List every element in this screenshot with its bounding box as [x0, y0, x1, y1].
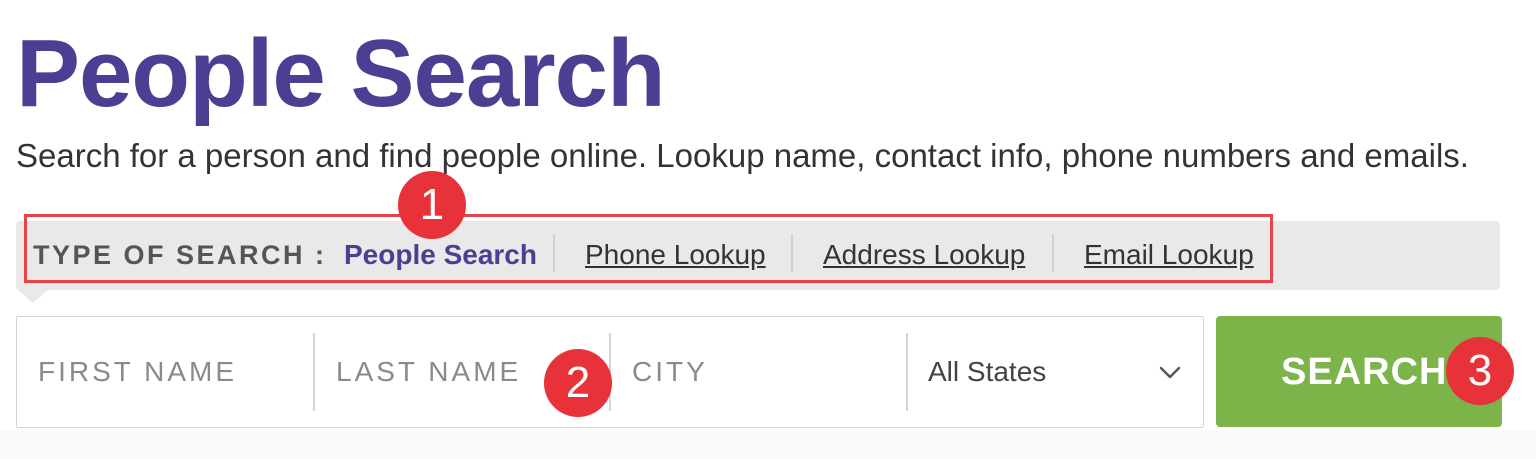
last-name-input[interactable]	[315, 317, 609, 427]
search-type-email-lookup[interactable]: Email Lookup	[1084, 237, 1254, 273]
page-background-band	[0, 430, 1536, 459]
people-search-form: All States	[16, 316, 1204, 428]
state-select[interactable]: All States	[910, 317, 1203, 427]
field-divider	[906, 333, 908, 411]
state-select-value: All States	[928, 356, 1047, 387]
page-subtitle: Search for a person and find people onli…	[16, 137, 1469, 174]
city-input[interactable]	[611, 317, 906, 427]
search-type-pointer	[18, 290, 48, 303]
first-name-input[interactable]	[17, 317, 313, 427]
search-type-label: TYPE OF SEARCH :	[33, 240, 327, 270]
people-search-page: People Search Search for a person and fi…	[0, 0, 1536, 459]
search-type-address-lookup[interactable]: Address Lookup	[823, 237, 1025, 273]
search-type-people-search[interactable]: People Search	[344, 237, 537, 273]
search-button-label: SEARCH	[1281, 351, 1448, 393]
search-type-divider	[553, 234, 555, 272]
page-title: People Search	[16, 20, 666, 127]
chevron-down-icon	[1159, 366, 1181, 379]
search-type-divider	[1052, 234, 1054, 272]
search-type-divider	[791, 234, 793, 272]
search-type-phone-lookup[interactable]: Phone Lookup	[585, 237, 766, 273]
search-button[interactable]: SEARCH	[1216, 316, 1502, 427]
